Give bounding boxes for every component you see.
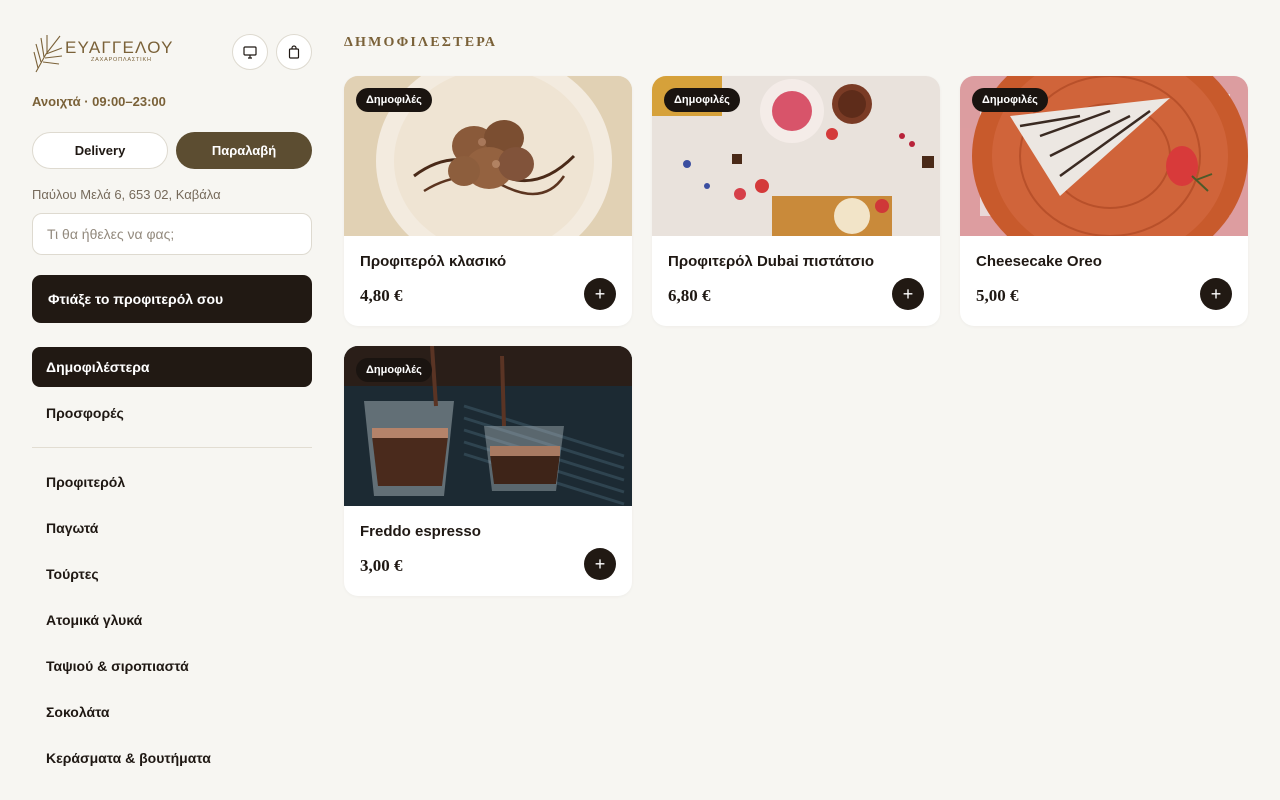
logo[interactable]: ΕΥΑΓΓΕΛΟΥ ΖΑΧΑΡΟΠΛΑΣΤΙΚΗ [32,32,182,73]
build-profiterole-button[interactable]: Φτιάξε το προφιτερόλ σου [32,275,312,323]
product-image: Δημοφιλές [344,76,632,236]
product-card[interactable]: Δημοφιλές Προφιτερόλ κλασικό 4,80 € + [344,76,632,326]
search-input[interactable] [32,213,312,255]
product-image: Δημοφιλές [344,346,632,506]
add-to-cart-button[interactable]: + [1200,278,1232,310]
brand-name: ΕΥΑΓΓΕΛΟΥ [65,38,174,57]
plus-icon: + [594,283,606,304]
popular-badge: Δημοφιλές [356,358,432,382]
plus-icon: + [594,553,606,574]
divider [32,447,312,448]
plus-icon: + [1210,283,1222,304]
product-image: Δημοφιλές [652,76,940,236]
nav-item-treats-cookies[interactable]: Κεράσματα & βουτήματα [32,738,312,778]
opening-hours: Ανοιχτά · 09:00–23:00 [32,94,166,109]
nav-item-offers[interactable]: Προσφορές [32,393,312,433]
brand-row: ΕΥΑΓΓΕΛΟΥ ΖΑΧΑΡΟΠΛΑΣΤΙΚΗ [32,30,312,74]
plus-icon: + [902,283,914,304]
product-card[interactable]: Δημοφιλές Προφιτερόλ Dubai πιστάτσιο 6,8… [652,76,940,326]
popular-badge: Δημοφιλές [664,88,740,112]
store-address: Παύλου Μελά 6, 653 02, Καβάλα [32,187,221,202]
product-name: Freddo espresso [360,523,481,540]
nav-item-profiterole[interactable]: Προφιτερόλ [32,462,312,502]
product-name: Cheesecake Oreo [976,253,1102,270]
cart-button[interactable] [276,34,312,70]
add-to-cart-button[interactable]: + [584,278,616,310]
nav-item-individual-sweets[interactable]: Ατομικά γλυκά [32,600,312,640]
order-mode-toggle: Delivery Παραλαβή [32,132,312,169]
pickup-button[interactable]: Παραλαβή [176,132,312,169]
nav-item-ice-cream[interactable]: Παγωτά [32,508,312,548]
product-card[interactable]: Δημοφιλές Freddo espresso 3,00 € + [344,346,632,596]
add-to-cart-button[interactable]: + [584,548,616,580]
sidebar: ΕΥΑΓΓΕΛΟΥ ΖΑΧΑΡΟΠΛΑΣΤΙΚΗ Ανοιχτά · 09:00… [32,0,312,800]
nav-item-popular[interactable]: Δημοφιλέστερα [32,347,312,387]
section-title: ΔΗΜΟΦΙΛΕΣΤΕΡΑ [344,35,498,50]
nav-item-chocolate[interactable]: Σοκολάτα [32,692,312,732]
desktop-button[interactable] [232,34,268,70]
product-price: 5,00 € [976,286,1019,305]
product-price: 6,80 € [668,286,711,305]
desktop-icon [243,45,257,59]
logo-wing-icon [33,35,63,73]
nav-item-cakes[interactable]: Τούρτες [32,554,312,594]
product-name: Προφιτερόλ Dubai πιστάτσιο [668,253,875,270]
brand-tagline: ΖΑΧΑΡΟΠΛΑΣΤΙΚΗ [91,57,152,63]
product-price: 3,00 € [360,556,403,575]
product-price: 4,80 € [360,286,403,305]
product-name: Προφιτερόλ κλασικό [360,253,507,270]
product-card[interactable]: Δημοφιλές Cheesecake Oreo 5,00 € + [960,76,1248,326]
popular-badge: Δημοφιλές [356,88,432,112]
product-image: Δημοφιλές [960,76,1248,236]
cart-icon [288,45,300,59]
add-to-cart-button[interactable]: + [892,278,924,310]
nav-item-tray-syrup[interactable]: Ταψιού & σιροπιαστά [32,646,312,686]
delivery-button[interactable]: Delivery [32,132,168,169]
popular-badge: Δημοφιλές [972,88,1048,112]
